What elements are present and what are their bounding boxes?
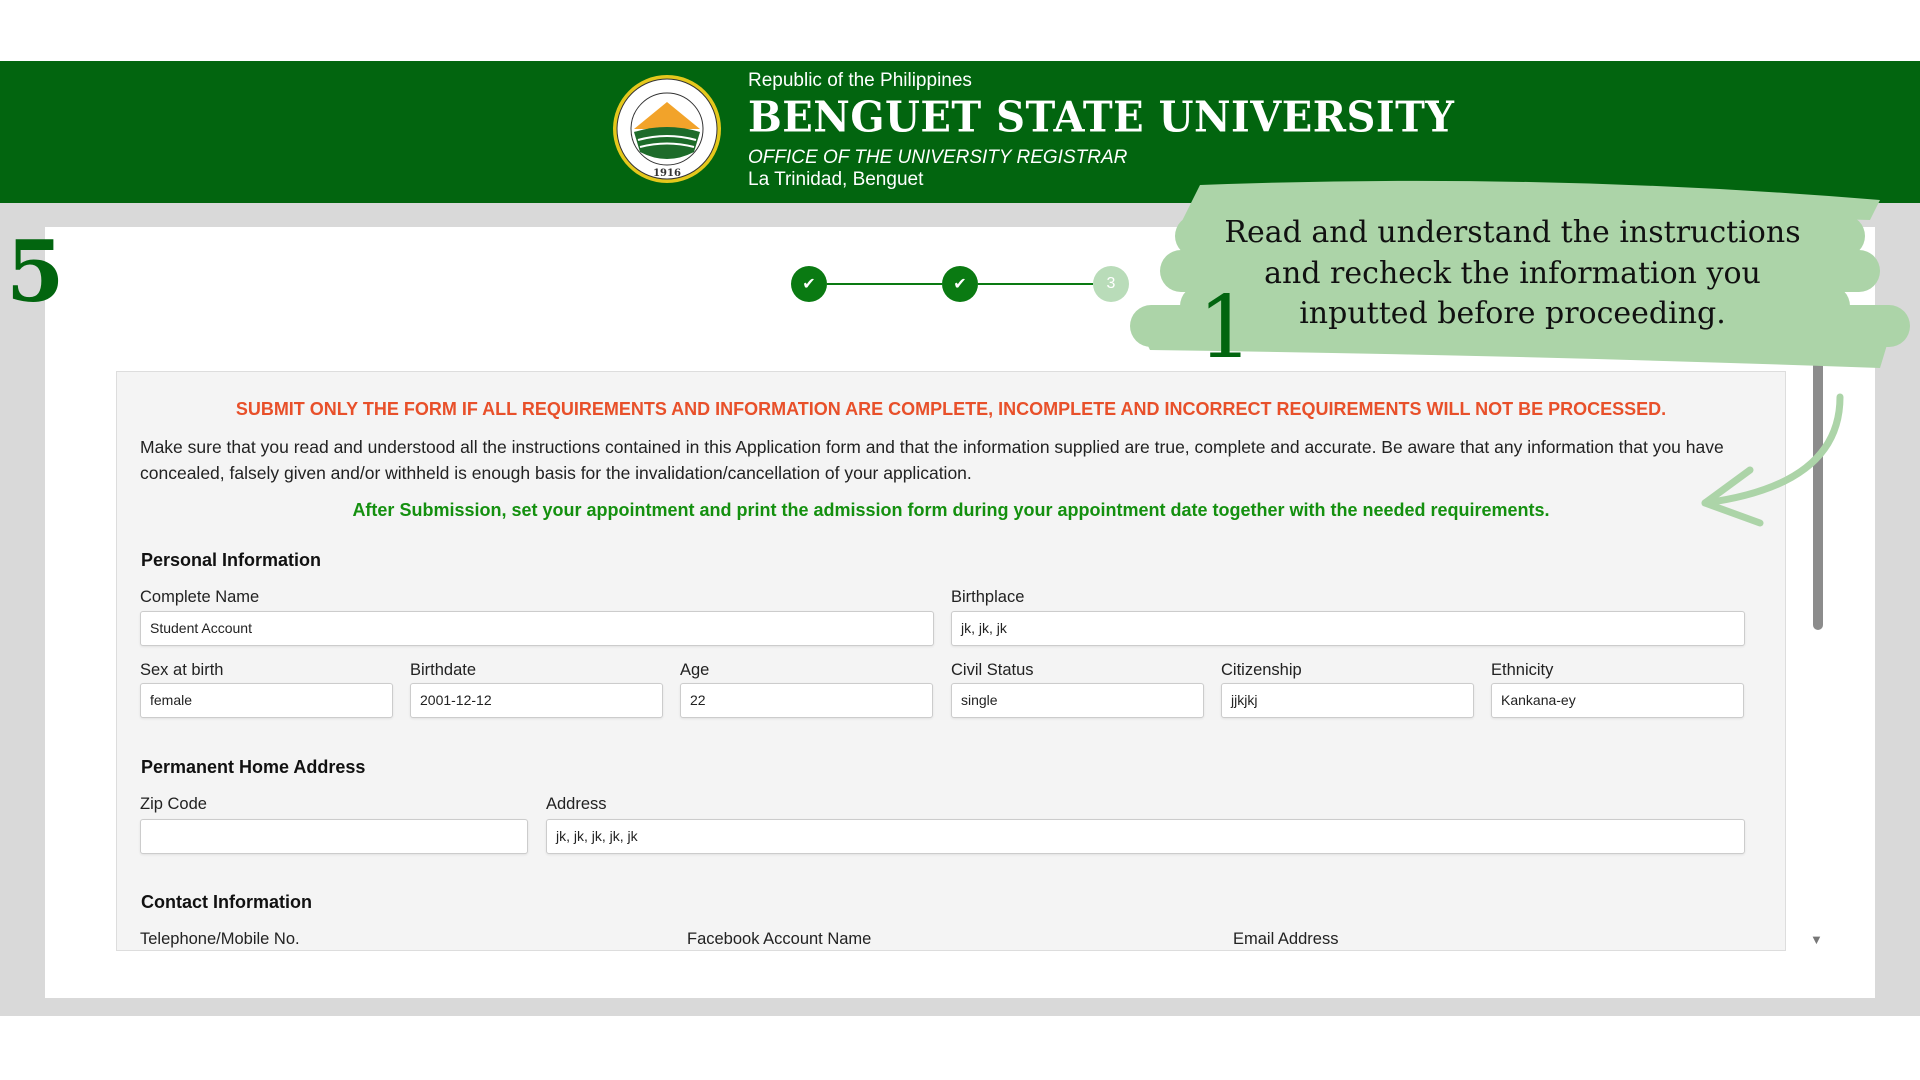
age-label: Age <box>680 661 710 679</box>
ethnicity-label: Ethnicity <box>1491 661 1554 679</box>
civil-status-label: Civil Status <box>951 661 1034 679</box>
contact-info-heading: Contact Information <box>141 892 312 912</box>
facebook-label: Facebook Account Name <box>687 930 872 948</box>
complete-name-label: Complete Name <box>140 588 260 606</box>
instructions-text: Make sure that you read and understood a… <box>140 437 1724 483</box>
birthdate-input[interactable]: 2001-12-12 <box>410 683 663 718</box>
location-label: La Trinidad, Benguet <box>748 169 924 190</box>
email-label: Email Address <box>1233 930 1339 948</box>
civil-status-input[interactable]: single <box>951 683 1204 718</box>
address-label: Address <box>546 795 607 813</box>
callout-marker-number: 1 <box>1198 278 1253 378</box>
callout-line-2: and recheck the information you <box>1264 256 1761 291</box>
phone-label: Telephone/Mobile No. <box>140 930 300 948</box>
pointer-arrow-icon <box>1701 393 1844 527</box>
citizenship-input[interactable]: jjkjkj <box>1221 683 1474 718</box>
sex-input[interactable]: female <box>140 683 393 718</box>
university-seal-logo: 1916 <box>613 75 721 183</box>
tutorial-step-number: 5 <box>6 222 65 321</box>
check-icon: ✔ <box>953 276 967 293</box>
age-input[interactable]: 22 <box>680 683 933 718</box>
office-name: OFFICE OF THE UNIVERSITY REGISTRAR <box>748 147 1128 168</box>
svg-text:1916: 1916 <box>653 168 681 179</box>
check-icon: ✔ <box>802 276 816 293</box>
birthplace-input[interactable]: jk, jk, jk <box>951 611 1745 646</box>
after-submission-note: After Submission, set your appointment a… <box>352 500 1550 520</box>
ethnicity-input[interactable]: Kankana-ey <box>1491 683 1744 718</box>
republic-label: Republic of the Philippines <box>748 70 972 91</box>
zip-code-label: Zip Code <box>140 795 207 813</box>
step-connector <box>978 283 1093 285</box>
birthdate-label: Birthdate <box>410 661 477 679</box>
step-2-complete: ✔ <box>942 266 978 302</box>
home-address-heading: Permanent Home Address <box>141 757 366 777</box>
callout-line-3: inputted before proceeding. <box>1299 296 1726 331</box>
step-connector <box>827 283 942 285</box>
sex-label: Sex at birth <box>140 661 224 679</box>
complete-name-input[interactable]: Student Account <box>140 611 934 646</box>
university-name: BENGUET STATE UNIVERSITY <box>748 92 1455 143</box>
application-form-panel: SUBMIT ONLY THE FORM IF ALL REQUIREMENTS… <box>116 371 1786 951</box>
step-1-complete: ✔ <box>791 266 827 302</box>
submission-warning: SUBMIT ONLY THE FORM IF ALL REQUIREMENTS… <box>235 399 1667 419</box>
birthplace-label: Birthplace <box>951 588 1025 606</box>
scroll-down-arrow-icon[interactable]: ▼ <box>1810 932 1823 947</box>
callout-line-1: Read and understand the instructions <box>1224 215 1801 250</box>
address-input[interactable]: jk, jk, jk, jk, jk <box>546 819 1745 854</box>
zip-code-input[interactable] <box>140 819 528 854</box>
citizenship-label: Citizenship <box>1221 661 1302 679</box>
personal-info-heading: Personal Information <box>141 550 322 570</box>
